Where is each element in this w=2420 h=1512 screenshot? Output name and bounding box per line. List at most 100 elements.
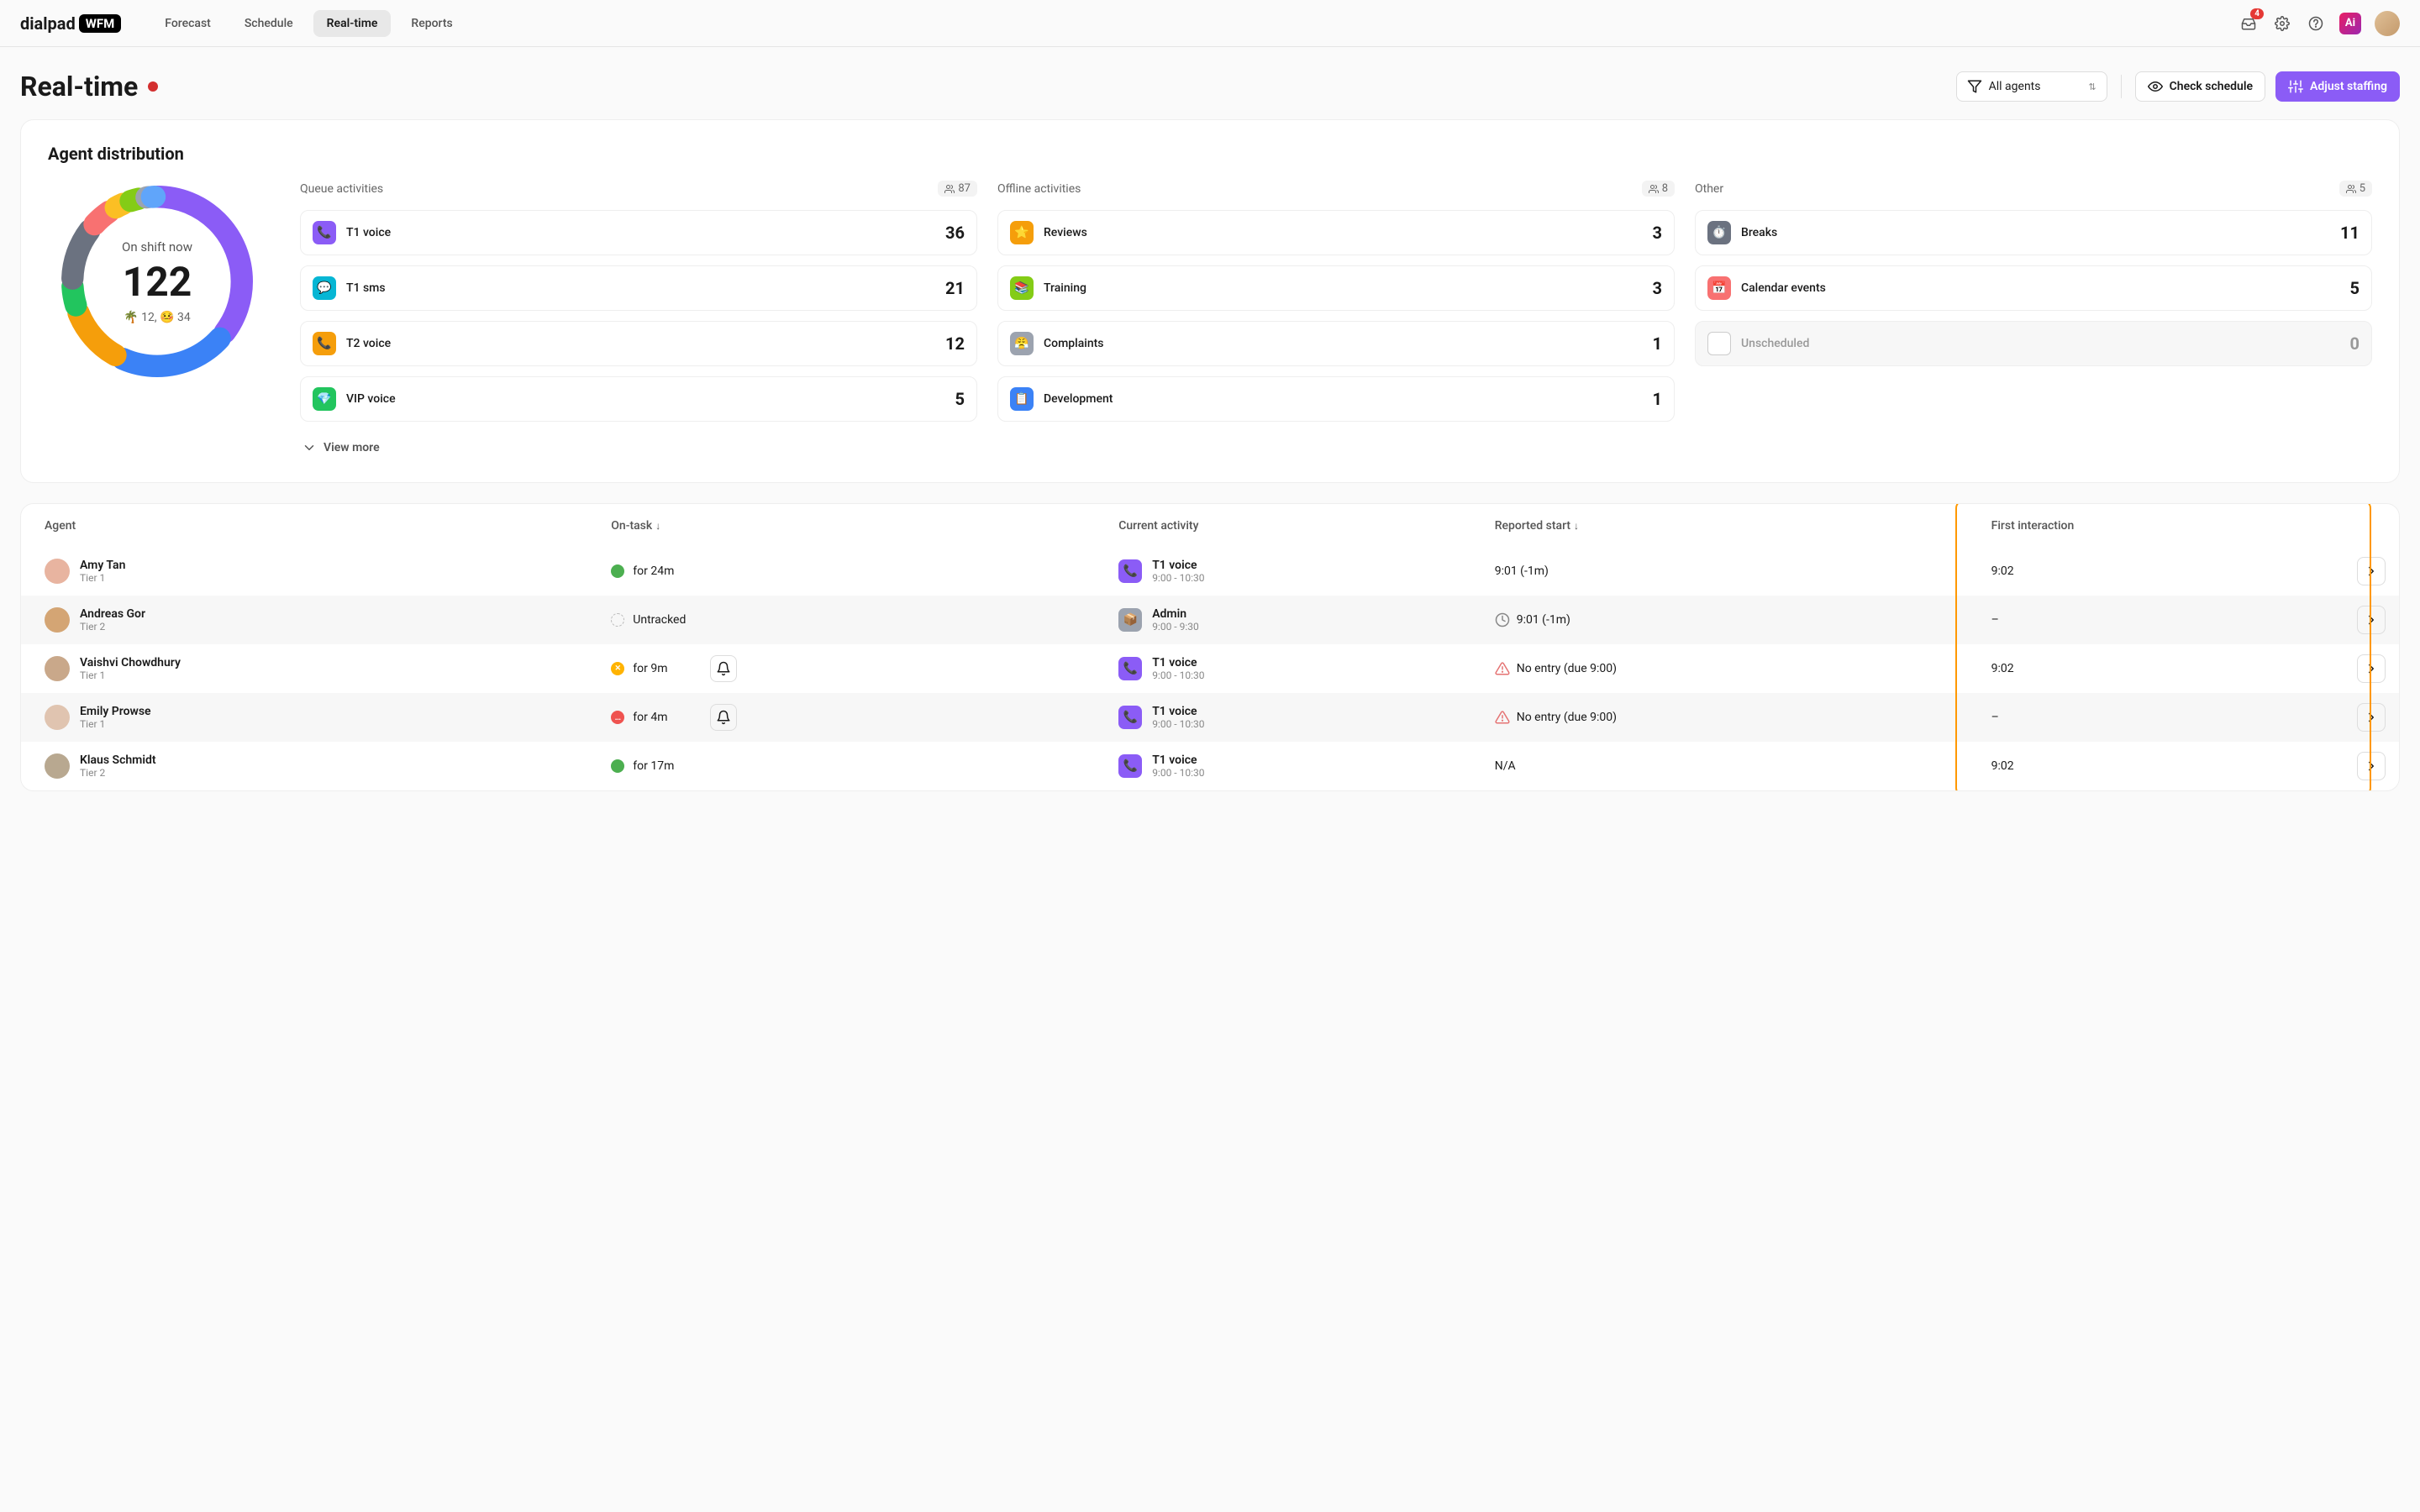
- first-interaction: –: [1991, 613, 1999, 627]
- users-icon: [2346, 184, 2356, 194]
- check-schedule-button[interactable]: Check schedule: [2135, 71, 2265, 102]
- activity-column: Offline activities 8 ⭐Reviews 3📚Training…: [997, 181, 1675, 459]
- view-more-button[interactable]: View more: [300, 437, 977, 459]
- reported-start: No entry (due 9:00): [1517, 711, 1617, 724]
- activity-icon: 📞: [1118, 754, 1142, 778]
- adjust-staffing-button[interactable]: Adjust staffing: [2275, 71, 2400, 102]
- activity-value: 1: [1653, 389, 1662, 409]
- activity-row[interactable]: ⭐Reviews 3: [997, 210, 1675, 255]
- nav-reports[interactable]: Reports: [397, 10, 466, 37]
- ontask-text: for 17m: [633, 759, 674, 773]
- activity-row[interactable]: 💎VIP voice 5: [300, 376, 977, 422]
- page-toolbar: Real-time All agents ⇅ Check schedule Ad…: [0, 47, 2420, 119]
- nav-real-time[interactable]: Real-time: [313, 10, 392, 37]
- activity-value: 3: [1653, 278, 1662, 298]
- activity-name: Reviews: [1044, 226, 1643, 239]
- agent-tier: Tier 1: [80, 572, 125, 584]
- activity-row[interactable]: 💬T1 sms 21: [300, 265, 977, 311]
- agent-filter-select[interactable]: All agents ⇅: [1956, 71, 2107, 102]
- status-dot-green: [611, 759, 624, 773]
- row-expand-button[interactable]: [2357, 752, 2386, 780]
- warning-icon: [1495, 710, 1510, 725]
- activity-icon: 📞: [313, 221, 336, 244]
- row-expand-button[interactable]: [2357, 703, 2386, 732]
- agent-name: Amy Tan: [80, 559, 125, 572]
- ontask-text: for 24m: [633, 564, 674, 578]
- col-ontask[interactable]: On-task↓: [597, 504, 1105, 547]
- agent-name: Andreas Gor: [80, 607, 145, 621]
- col-first[interactable]: First interaction: [1978, 504, 2344, 547]
- status-dot-amber: ✕: [611, 662, 624, 675]
- activity-icon: 😤: [1010, 332, 1034, 355]
- reported-start: 9:01 (-1m): [1517, 613, 1570, 627]
- on-shift-sub: 🌴 12, 🤒 34: [124, 311, 191, 324]
- agent-tier: Tier 1: [80, 669, 181, 681]
- activity-icon: ⭐: [1010, 221, 1034, 244]
- user-avatar[interactable]: [2375, 11, 2400, 36]
- chevron-updown-icon: ⇅: [2088, 81, 2096, 92]
- activity-row[interactable]: 😤Complaints 1: [997, 321, 1675, 366]
- activity-value: 11: [2340, 223, 2360, 243]
- page-title: Real-time: [20, 71, 158, 102]
- row-expand-button[interactable]: [2357, 654, 2386, 683]
- activity-row[interactable]: Unscheduled 0: [1695, 321, 2372, 366]
- live-indicator-icon: [148, 81, 158, 92]
- donut-chart: On shift now 122 🌴 12, 🤒 34: [48, 181, 266, 382]
- logo-text: dialpad: [20, 13, 76, 34]
- checkbox-icon[interactable]: [1707, 332, 1731, 355]
- nav-schedule[interactable]: Schedule: [231, 10, 307, 37]
- col-agent[interactable]: Agent: [21, 504, 597, 547]
- row-expand-button[interactable]: [2357, 557, 2386, 585]
- activity-time: 9:00 - 10:30: [1152, 669, 1204, 681]
- activity-column: Queue activities 87 📞T1 voice 36💬T1 sms …: [300, 181, 977, 459]
- bell-button[interactable]: [710, 655, 737, 682]
- activity-row[interactable]: 📞T1 voice 36: [300, 210, 977, 255]
- col-activity[interactable]: Current activity: [1105, 504, 1481, 547]
- row-expand-button[interactable]: [2357, 606, 2386, 634]
- help-icon[interactable]: [2306, 13, 2326, 34]
- activity-row[interactable]: 📋Development 1: [997, 376, 1675, 422]
- activity-time: 9:00 - 9:30: [1152, 621, 1199, 633]
- first-interaction: 9:02: [1991, 564, 2014, 578]
- activity-time: 9:00 - 10:30: [1152, 767, 1204, 779]
- status-dot-red: …: [611, 711, 624, 724]
- activity-name: Unscheduled: [1741, 337, 2340, 350]
- table-row: Klaus Schmidt Tier 2for 17m 📞 T1 voice 9…: [21, 742, 2399, 790]
- activity-icon: 📅: [1707, 276, 1731, 300]
- status-dot-green: [611, 564, 624, 578]
- agent-avatar: [45, 656, 70, 681]
- activity-icon: 📞: [1118, 706, 1142, 729]
- reported-start: 9:01 (-1m): [1495, 564, 1549, 578]
- check-schedule-label: Check schedule: [2170, 80, 2253, 93]
- chevron-down-icon: [302, 440, 317, 455]
- activity-time: 9:00 - 10:30: [1152, 572, 1204, 584]
- col-total: 5: [2339, 181, 2372, 197]
- activity-column: Other 5 ⏱️Breaks 11 📅Calendar events 5 Uns…: [1695, 181, 2372, 459]
- activity-name: T1 voice: [1152, 753, 1204, 767]
- activity-row[interactable]: ⏱️Breaks 11: [1695, 210, 2372, 255]
- activity-name: T1 voice: [1152, 705, 1204, 718]
- inbox-icon[interactable]: 4: [2238, 13, 2259, 34]
- activity-value: 5: [2350, 278, 2360, 298]
- bell-button[interactable]: [710, 704, 737, 731]
- activity-row[interactable]: 📞T2 voice 12: [300, 321, 977, 366]
- status-dot-untracked: [611, 613, 624, 627]
- activity-name: Development: [1044, 392, 1643, 406]
- agent-distribution-card: Agent distribution On shift now 122 🌴 12…: [20, 119, 2400, 483]
- activity-icon: ⏱️: [1707, 221, 1731, 244]
- nav-forecast[interactable]: Forecast: [151, 10, 224, 37]
- filter-label: All agents: [1989, 80, 2041, 93]
- col-reported[interactable]: Reported start↓: [1481, 504, 1978, 547]
- activity-row[interactable]: 📅Calendar events 5: [1695, 265, 2372, 311]
- bell-icon: [716, 710, 731, 725]
- col-title: Other: [1695, 182, 1723, 196]
- activity-row[interactable]: 📚Training 3: [997, 265, 1675, 311]
- settings-icon[interactable]: [2272, 13, 2292, 34]
- activity-name: T1 voice: [346, 226, 935, 239]
- activity-icon: 📞: [313, 332, 336, 355]
- ai-icon[interactable]: Ai: [2339, 13, 2361, 34]
- first-interaction: 9:02: [1991, 759, 2014, 773]
- ontask-text: for 4m: [633, 711, 667, 724]
- clock-icon: [1495, 612, 1510, 627]
- first-interaction: –: [1991, 711, 1999, 724]
